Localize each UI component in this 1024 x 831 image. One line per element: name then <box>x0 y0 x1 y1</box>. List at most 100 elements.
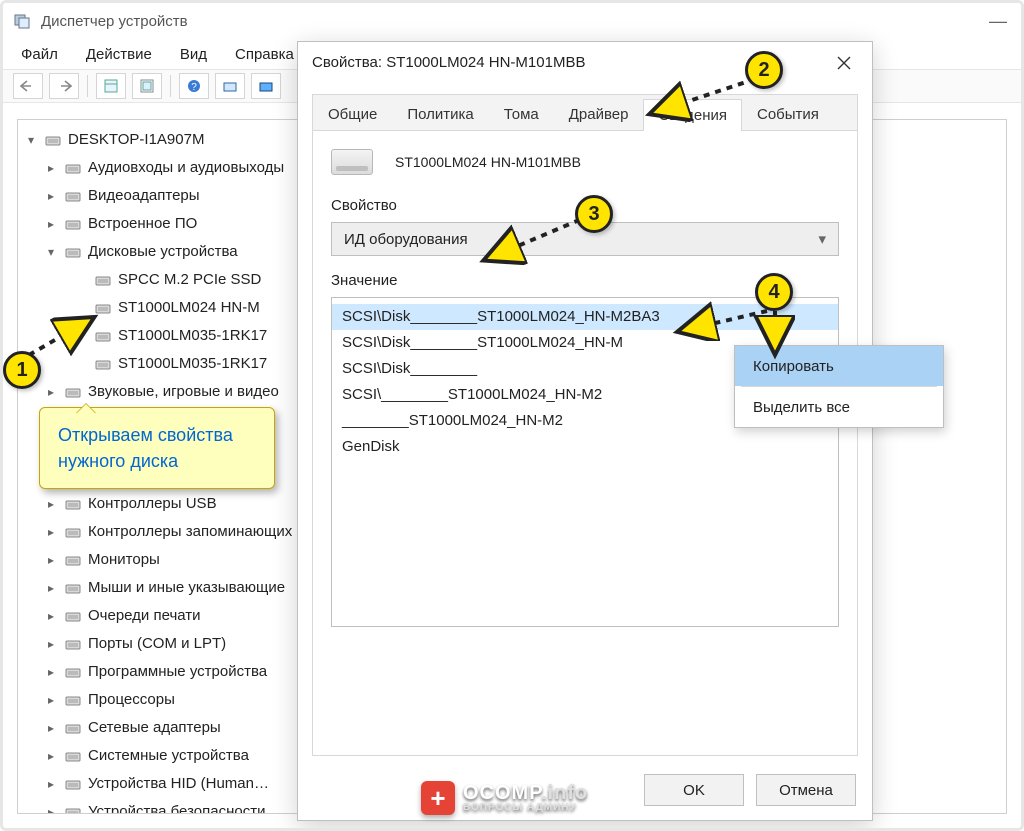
menu-file[interactable]: Файл <box>21 46 58 63</box>
tb-sep <box>87 75 88 97</box>
tree-label: Звуковые, игровые и видео <box>88 378 279 406</box>
menu-help[interactable]: Справка <box>235 46 294 63</box>
tb-fwd[interactable] <box>49 73 79 99</box>
tab-5[interactable]: События <box>742 98 834 130</box>
software-icon <box>64 663 82 681</box>
system-icon <box>64 747 82 765</box>
tabs: ОбщиеПолитикаТомаДрайверСведенияСобытия <box>313 95 857 131</box>
minimize-button[interactable]: — <box>989 11 1007 32</box>
tb-scan[interactable] <box>215 73 245 99</box>
tree-label: Устройства безопасности <box>88 798 265 814</box>
twisty[interactable]: ▸ <box>44 602 58 630</box>
properties-dialog: Свойства: ST1000LM024 HN-M101MBB ОбщиеПо… <box>297 41 873 821</box>
hid-icon <box>64 775 82 793</box>
disk-icon <box>64 243 82 261</box>
tree-label: Встроенное ПО <box>88 210 197 238</box>
tree-label: Видеоадаптеры <box>88 182 200 210</box>
disk-icon <box>94 271 112 289</box>
tb-help[interactable]: ? <box>179 73 209 99</box>
chevron-down-icon: ▾ <box>818 230 826 248</box>
audio-icon <box>64 159 82 177</box>
dm-titlebar: Диспетчер устройств — <box>3 3 1021 39</box>
computer-icon <box>44 131 62 149</box>
tree-label: Очереди печати <box>88 602 201 630</box>
context-menu: Копировать Выделить все <box>734 345 944 428</box>
twisty[interactable]: ▸ <box>44 490 58 518</box>
menu-view[interactable]: Вид <box>180 46 207 63</box>
ctx-select-all[interactable]: Выделить все <box>735 387 943 427</box>
tb-sep <box>170 75 171 97</box>
twisty[interactable]: ▸ <box>44 686 58 714</box>
annotation-badge-2: 2 <box>745 51 783 89</box>
twisty[interactable]: ▸ <box>44 546 58 574</box>
device-name: ST1000LM024 HN-M101MBB <box>395 154 581 170</box>
twisty[interactable]: ▾ <box>44 238 58 266</box>
twisty[interactable]: ▸ <box>44 378 58 406</box>
ok-button[interactable]: OK <box>644 774 744 806</box>
tree-label: Программные устройства <box>88 658 267 686</box>
cpu-icon <box>64 691 82 709</box>
tree-label: Процессоры <box>88 686 175 714</box>
tree-label: Устройства HID (Human… <box>88 770 269 798</box>
printer-icon <box>64 607 82 625</box>
tb-refresh[interactable] <box>132 73 162 99</box>
twisty[interactable]: ▸ <box>44 518 58 546</box>
watermark-brand: OCOMP <box>463 782 541 804</box>
usb-icon <box>64 495 82 513</box>
annotation-badge-3: 3 <box>575 195 613 233</box>
close-button[interactable] <box>826 48 862 78</box>
cancel-button[interactable]: Отмена <box>756 774 856 806</box>
twisty[interactable]: ▸ <box>44 742 58 770</box>
tree-label: DESKTOP-I1A907M <box>68 126 204 154</box>
disk-icon <box>94 299 112 317</box>
ctx-copy[interactable]: Копировать <box>735 346 943 386</box>
tab-0[interactable]: Общие <box>313 98 392 130</box>
tb-more[interactable] <box>251 73 281 99</box>
tree-label: Контроллеры USB <box>88 490 217 518</box>
tree-label: Сетевые адаптеры <box>88 714 221 742</box>
monitor-icon <box>64 551 82 569</box>
twisty[interactable]: ▸ <box>44 658 58 686</box>
twisty[interactable]: ▸ <box>44 210 58 238</box>
value-row[interactable]: SCSI\Disk________ST1000LM024_HN-M2BA3 <box>332 304 838 330</box>
port-icon <box>64 635 82 653</box>
tree-label: ST1000LM035-1RK17 <box>118 322 267 350</box>
tree-label: ST1000LM024 HN-M <box>118 294 260 322</box>
twisty[interactable]: ▸ <box>44 574 58 602</box>
tree-label: Дисковые устройства <box>88 238 238 266</box>
dm-title: Диспетчер устройств <box>41 13 188 30</box>
display-icon <box>64 187 82 205</box>
annotation-badge-4: 4 <box>755 273 793 311</box>
twisty[interactable]: ▸ <box>44 154 58 182</box>
tab-1[interactable]: Политика <box>392 98 488 130</box>
tb-back[interactable] <box>13 73 43 99</box>
watermark: + OCOMP.info ВОПРОСЫ АДМИНУ <box>421 781 588 815</box>
plus-icon: + <box>421 781 455 815</box>
pc-icon <box>13 12 31 30</box>
twisty[interactable]: ▸ <box>44 182 58 210</box>
twisty[interactable]: ▸ <box>44 770 58 798</box>
tree-label: SPCC M.2 PCIe SSD <box>118 266 261 294</box>
network-icon <box>64 719 82 737</box>
storage-icon <box>64 523 82 541</box>
tree-label: Системные устройства <box>88 742 249 770</box>
annotation-callout: Открываем свойства нужного диска <box>39 407 275 489</box>
dlg-title: Свойства: ST1000LM024 HN-M101MBB <box>312 54 585 71</box>
value-row[interactable]: GenDisk <box>332 434 838 460</box>
twisty[interactable]: ▾ <box>24 126 38 154</box>
drive-icon <box>331 149 373 175</box>
firmware-icon <box>64 215 82 233</box>
tab-3[interactable]: Драйвер <box>554 98 644 130</box>
disk-icon <box>94 355 112 373</box>
dlg-titlebar[interactable]: Свойства: ST1000LM024 HN-M101MBB <box>298 42 872 82</box>
tb-props[interactable] <box>96 73 126 99</box>
security-icon <box>64 803 82 814</box>
twisty[interactable]: ▸ <box>44 630 58 658</box>
menu-action[interactable]: Действие <box>86 46 152 63</box>
twisty[interactable]: ▸ <box>44 714 58 742</box>
tab-4[interactable]: Сведения <box>643 99 742 131</box>
tab-2[interactable]: Тома <box>489 98 554 130</box>
tree-label: Контроллеры запоминающих <box>88 518 292 546</box>
tree-label: Мониторы <box>88 546 160 574</box>
twisty[interactable]: ▸ <box>44 798 58 814</box>
